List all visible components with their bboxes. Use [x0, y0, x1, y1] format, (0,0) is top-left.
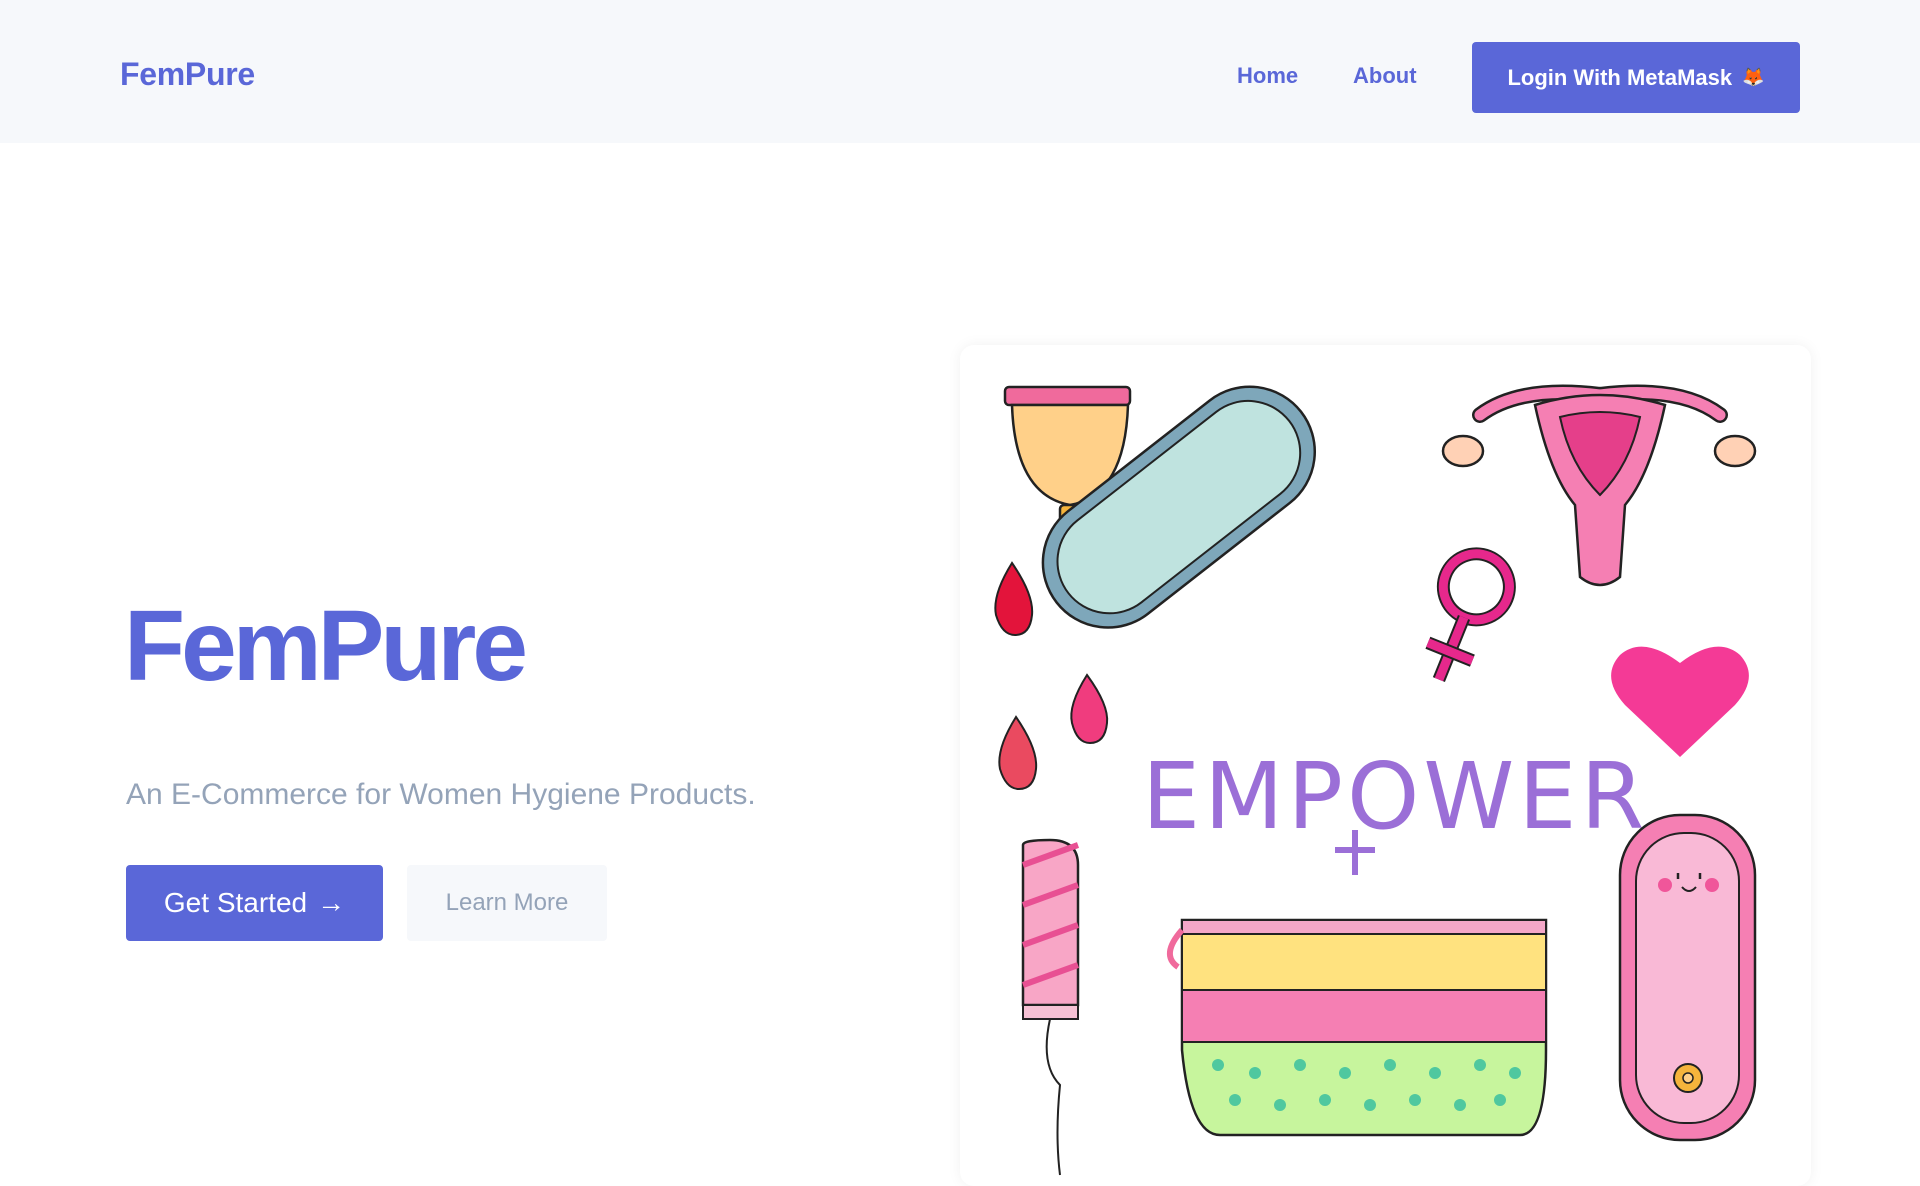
brand-logo[interactable]: FemPure	[120, 56, 255, 93]
top-navbar: FemPure Home About Login With MetaMask 🦊	[0, 0, 1920, 143]
login-metamask-button[interactable]: Login With MetaMask 🦊	[1472, 42, 1800, 113]
nav-about-link[interactable]: About	[1353, 63, 1417, 89]
get-started-label: Get Started	[163, 887, 308, 918]
hygiene-products-illustration: EMPOWER	[994, 384, 1757, 1176]
tampon-icon	[1021, 838, 1080, 1176]
cosmetic-pouch-icon	[1167, 918, 1548, 1137]
hero-title: FemPure	[124, 590, 528, 702]
hero-illustration: EMPOWER	[960, 345, 1811, 1186]
learn-more-button[interactable]: Learn More	[407, 865, 607, 941]
get-started-button[interactable]: Get Started →	[126, 865, 383, 941]
hero-subtitle: An E-Commerce for Women Hygiene Products…	[126, 778, 756, 811]
smiling-pad-icon	[1618, 813, 1757, 1142]
svg-text:EMPOWER: EMPOWER	[1142, 743, 1648, 850]
login-button-label: Login With MetaMask	[1507, 64, 1733, 90]
nav-home-link[interactable]: Home	[1237, 63, 1298, 89]
fox-icon: 🦊	[1742, 67, 1765, 87]
arrow-right-icon: →	[317, 887, 346, 918]
heart-icon	[1611, 646, 1749, 757]
empower-text: EMPOWER	[1142, 743, 1648, 875]
female-symbol-icon	[1425, 547, 1516, 682]
